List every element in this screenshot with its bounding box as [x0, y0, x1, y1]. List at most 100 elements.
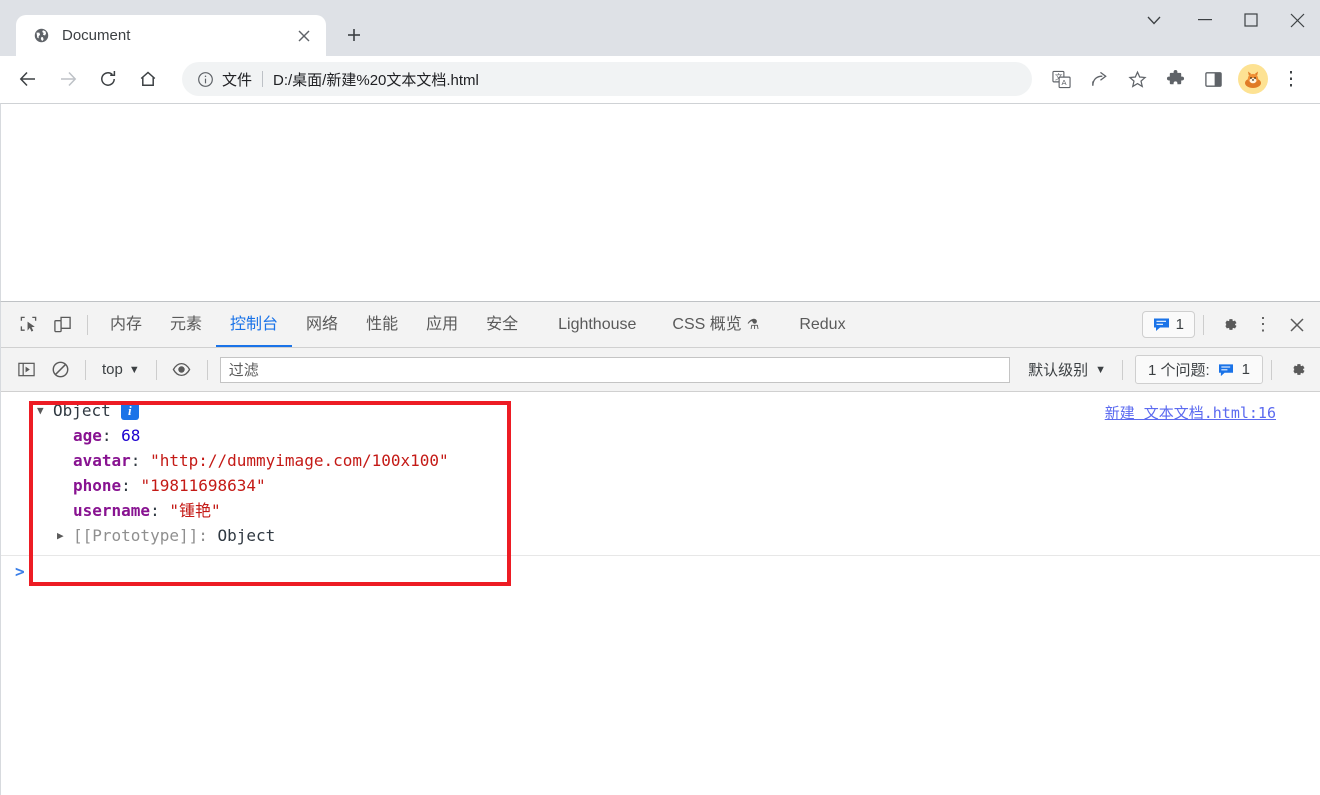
extensions-puzzle-icon[interactable] — [1159, 63, 1191, 95]
device-toolbar-icon[interactable] — [45, 308, 79, 342]
log-level-label: 默认级别 — [1028, 362, 1089, 379]
page-viewport — [0, 103, 1320, 301]
disclosure-triangle-closed-icon[interactable]: ▶ — [57, 523, 71, 548]
messages-count: 1 — [1175, 316, 1184, 333]
console-divider-2 — [155, 359, 157, 380]
bookmark-star-icon[interactable] — [1121, 63, 1153, 95]
issues-count: 1 — [1241, 361, 1250, 378]
browser-toolbar: 文件 D:/桌面/新建%20文本文档.html 文 A ⋮ — [0, 56, 1320, 103]
devtools-panel: 内存 元素 控制台 网络 性能 应用 安全 Lighthouse CSS 概览 ⚗… — [0, 301, 1320, 795]
property-value: 68 — [121, 426, 141, 445]
maximize-button[interactable] — [1228, 0, 1274, 40]
devtools-more-options-button[interactable]: ⋮ — [1246, 308, 1280, 342]
flask-icon: ⚗ — [746, 316, 760, 332]
console-settings-gear-icon[interactable] — [1280, 353, 1314, 387]
clear-console-icon[interactable] — [43, 353, 77, 387]
console-filter-input[interactable]: 过滤 — [219, 356, 1011, 383]
object-label: Object — [53, 401, 111, 420]
console-messages-badge[interactable]: 1 — [1141, 311, 1195, 338]
property-value: "http://dummyimage.com/100x100" — [150, 451, 449, 470]
translate-icon[interactable]: 文 A — [1045, 63, 1077, 95]
context-label: top — [102, 361, 123, 378]
home-button[interactable] — [130, 61, 166, 97]
new-tab-button[interactable] — [338, 19, 370, 51]
close-button[interactable] — [1274, 0, 1320, 40]
info-circle-icon[interactable] — [194, 68, 216, 90]
object-property-row: age: 68 — [1, 423, 1320, 448]
object-property-row: phone: "19811698634" — [1, 473, 1320, 498]
console-source-link[interactable]: 新建 文本文档.html:16 — [1105, 402, 1276, 423]
filter-placeholder: 过滤 — [228, 362, 259, 379]
browser-tab-document[interactable]: Document — [16, 15, 326, 56]
toolbar-divider — [87, 314, 88, 335]
inspect-element-icon[interactable] — [11, 308, 45, 342]
live-expression-icon[interactable] — [165, 353, 199, 387]
console-sidebar-icon[interactable] — [9, 353, 43, 387]
console-output: 新建 文本文档.html:16 ▼ Object i age: 68 avatar:… — [1, 392, 1320, 795]
browser-menu-button[interactable]: ⋮ — [1275, 63, 1307, 95]
devtools-close-button[interactable] — [1280, 308, 1314, 342]
devtools-tab-performance[interactable]: 性能 — [352, 302, 412, 347]
devtools-tab-redux[interactable]: Redux — [773, 302, 859, 347]
prompt-chevron-icon: > — [15, 561, 25, 581]
devtools-tab-console[interactable]: 控制台 — [216, 302, 293, 347]
browser-window: Document 文件 D:/桌面/新建%20文本文档.html 文 A ⋮ 内… — [0, 0, 1320, 795]
disclosure-triangle-open-icon[interactable]: ▼ — [37, 398, 51, 423]
property-value: "锺艳" — [169, 501, 221, 520]
devtools-tab-security[interactable]: 安全 — [472, 302, 532, 347]
property-key: age — [73, 426, 102, 445]
object-property-row: avatar: "http://dummyimage.com/100x100" — [1, 448, 1320, 473]
property-key: avatar — [73, 451, 131, 470]
property-key: username — [73, 501, 151, 520]
chevron-down-icon: ▼ — [1095, 363, 1106, 376]
tab-strip: Document — [0, 0, 1320, 56]
issues-button[interactable]: 1 个问题: 1 — [1134, 355, 1263, 384]
tab-search-button[interactable] — [1126, 0, 1182, 40]
window-controls — [1126, 0, 1320, 40]
profile-avatar[interactable] — [1238, 64, 1268, 94]
property-key: phone — [73, 476, 122, 495]
log-level-selector[interactable]: 默认级别 ▼ — [1020, 359, 1114, 380]
message-bubble-icon — [1153, 317, 1170, 332]
omnibox-separator — [262, 71, 264, 87]
issues-text: 1 个问题: — [1147, 362, 1210, 379]
prototype-value: Object — [217, 526, 276, 545]
forward-button[interactable] — [50, 61, 86, 97]
chevron-down-icon: ▼ — [128, 363, 140, 376]
devtools-settings-gear-icon[interactable] — [1212, 308, 1246, 342]
devtools-tab-application[interactable]: 应用 — [412, 302, 472, 347]
console-divider-3 — [206, 359, 208, 380]
devtools-tab-network[interactable]: 网络 — [292, 302, 352, 347]
address-bar[interactable]: 文件 D:/桌面/新建%20文本文档.html — [182, 62, 1032, 96]
console-divider-5 — [1271, 359, 1272, 380]
object-prototype-row[interactable]: ▶ [[Prototype]]: Object — [1, 523, 1320, 548]
globe-icon — [32, 27, 50, 45]
devtools-tab-css-overview[interactable]: CSS 概览 ⚗ — [650, 302, 773, 347]
minimize-button[interactable] — [1182, 0, 1228, 40]
message-bubble-icon — [1218, 361, 1234, 378]
badge-divider — [1203, 314, 1204, 335]
omnibox-url[interactable]: D:/桌面/新建%20文本文档.html — [273, 69, 1026, 90]
devtools-tab-memory[interactable]: 内存 — [96, 302, 156, 347]
info-badge-icon[interactable]: i — [120, 401, 139, 420]
tab-close-icon[interactable] — [292, 24, 316, 48]
execution-context-selector[interactable]: top ▼ — [94, 361, 148, 378]
devtools-tab-elements[interactable]: 元素 — [156, 302, 216, 347]
side-panel-icon[interactable] — [1197, 63, 1229, 95]
share-icon[interactable] — [1083, 63, 1115, 95]
devtools-tab-lighthouse[interactable]: Lighthouse — [532, 302, 650, 347]
prototype-key: [[Prototype]] — [73, 526, 199, 545]
console-divider-4 — [1121, 359, 1123, 380]
property-value: "19811698634" — [140, 476, 266, 495]
console-log-entry: 新建 文本文档.html:16 ▼ Object i age: 68 avatar:… — [1, 392, 1320, 556]
devtools-tab-bar: 内存 元素 控制台 网络 性能 应用 安全 Lighthouse CSS 概览 ⚗… — [1, 302, 1320, 348]
tab-title: Document — [62, 27, 131, 44]
object-property-row: username: "锺艳" — [1, 498, 1320, 523]
omnibox-scheme-label: 文件 — [222, 71, 253, 89]
back-button[interactable] — [10, 61, 46, 97]
console-toolbar: top ▼ 过滤 默认级别 ▼ 1 个问题: 1 — [1, 348, 1320, 392]
console-divider-1 — [85, 359, 86, 380]
reload-button[interactable] — [90, 61, 126, 97]
console-prompt[interactable]: > — [1, 556, 1320, 586]
css-overview-label: CSS 概览 — [672, 316, 742, 333]
